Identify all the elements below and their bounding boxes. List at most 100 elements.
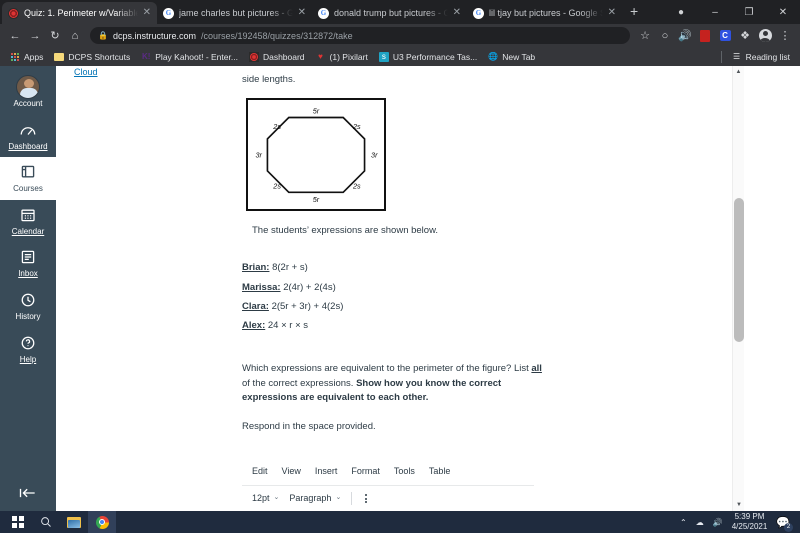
font-size-select[interactable]: 12pt ⌄ [252, 492, 279, 506]
expression-row: Clara: 2(5r + 3r) + 4(2s) [242, 300, 552, 315]
tab-title: donald trump but pictures - Goo [334, 8, 448, 18]
google-icon: G [318, 7, 329, 19]
chevron-down-icon: ⌄ [273, 494, 280, 502]
breadcrumb-course-link[interactable]: Cloud [74, 67, 98, 77]
close-icon[interactable]: ✕ [298, 8, 306, 18]
red-extension-icon[interactable] [696, 27, 714, 45]
block-format-select[interactable]: Paragraph ⌄ [289, 492, 341, 506]
close-icon[interactable]: ✕ [608, 8, 616, 18]
reading-list-button[interactable]: ☰ Reading list [728, 52, 794, 62]
folder-icon [54, 52, 65, 62]
maximize-button[interactable]: ❐ [732, 7, 766, 18]
scroll-down-arrow[interactable]: ▼ [733, 499, 744, 511]
bookmark-apps[interactable]: Apps [6, 52, 47, 62]
collapse-nav-button[interactable] [0, 486, 56, 503]
blue-extension-icon[interactable]: C [716, 27, 734, 45]
sidebar-item-dashboard[interactable]: Dashboard [0, 115, 56, 158]
close-icon[interactable]: ✕ [453, 8, 461, 18]
label-right: 3r [371, 150, 378, 159]
book-icon [0, 162, 56, 182]
user-avatar-icon [0, 75, 56, 99]
clock-date: 4/25/2021 [731, 522, 768, 531]
scrollbar-thumb[interactable] [734, 198, 744, 342]
browser-tab[interactable]: G lil tjay but pictures - Google Sea ✕ [467, 2, 622, 24]
sidebar-item-inbox[interactable]: Inbox [0, 242, 56, 285]
bookmark-new-tab[interactable]: 🌐 New Tab [484, 52, 539, 62]
editor-menu-insert[interactable]: Insert [315, 465, 338, 479]
profile-avatar[interactable] [756, 27, 774, 45]
home-icon[interactable]: ⌂ [66, 27, 84, 45]
file-explorer-button[interactable] [60, 511, 88, 533]
circle-icon[interactable]: ○ [656, 27, 674, 45]
bookmark-play-kahoot[interactable]: K! Play Kahoot! - Enter... [137, 52, 242, 62]
minimize-button[interactable]: – [698, 7, 732, 18]
bookmarks-bar: Apps DCPS Shortcuts K! Play Kahoot! - En… [0, 47, 800, 66]
show-hidden-icons-icon[interactable]: ⌃ [680, 518, 687, 527]
url-host: dcps.instructure.com [112, 30, 196, 41]
editor-menu-view[interactable]: View [282, 465, 301, 479]
bookmark-pixilart[interactable]: ♥ (1) Pixilart [312, 52, 372, 62]
window-close-button[interactable]: ✕ [766, 7, 800, 18]
canvas-global-nav: Account Dashboard Courses Calendar Inbox… [0, 66, 56, 511]
address-bar[interactable]: 🔒 dcps.instructure.com /courses/192458/q… [90, 27, 630, 44]
expression-row: Alex: 24 × r × s [242, 319, 552, 334]
onedrive-icon[interactable]: ☁ [696, 518, 704, 527]
volume-icon[interactable]: 🔊 [713, 518, 723, 527]
sidebar-item-help[interactable]: Help [0, 328, 56, 371]
web-page: Account Dashboard Courses Calendar Inbox… [0, 66, 800, 511]
student-expression: 24 × r × s [267, 320, 309, 332]
kebab-menu-icon[interactable] [362, 494, 370, 504]
bookmark-star-icon[interactable]: ☆ [636, 27, 654, 45]
mute-icon[interactable]: 🔊 [676, 27, 694, 45]
sidebar-item-courses[interactable]: Courses [0, 157, 56, 200]
sidebar-item-label: Inbox [18, 269, 38, 279]
apps-grid-icon [10, 52, 20, 62]
kahoot-icon: K! [142, 52, 151, 61]
bookmark-dashboard[interactable]: Dashboard [245, 51, 309, 62]
expression-row: Brian: 8(2r + s) [242, 261, 552, 276]
sidebar-item-history[interactable]: History [0, 285, 56, 328]
student-expression: 2(5r + 3r) + 4(2s) [271, 300, 344, 312]
bookmark-u3-performance-task[interactable]: s U3 Performance Tas... [375, 51, 481, 62]
new-tab-button[interactable]: + [622, 3, 646, 21]
sidebar-item-account[interactable]: Account [0, 72, 56, 115]
font-size-value: 12pt [252, 492, 270, 503]
browser-tab[interactable]: Quiz: 1. Perimeter w/Variables (/ ✕ [2, 2, 157, 24]
octagon-figure: 5r 5r 3r 3r 2s 2s 2s 2s [246, 97, 386, 211]
label-top-left: 2s [272, 122, 281, 131]
sidebar-item-calendar[interactable]: Calendar [0, 200, 56, 243]
label-left: 3r [255, 150, 262, 159]
notifications-icon[interactable]: 💬 2 [776, 516, 793, 532]
browser-tab[interactable]: G jame charles but pictures - Goo ✕ [157, 2, 312, 24]
canvas-icon [248, 51, 259, 62]
clock[interactable]: 5:39 PM 4/25/2021 [732, 512, 768, 532]
scroll-up-arrow[interactable]: ▲ [733, 66, 744, 78]
pixilart-icon: ♥ [318, 52, 323, 61]
reading-list-icon: ☰ [732, 52, 741, 61]
forward-icon[interactable]: → [26, 27, 44, 45]
file-explorer-icon [67, 516, 81, 528]
sidebar-item-label: Courses [13, 184, 43, 194]
bookmark-dcps-shortcuts[interactable]: DCPS Shortcuts [50, 52, 134, 62]
close-icon[interactable]: ✕ [143, 8, 151, 18]
question-part-1: Which expressions are equivalent to the … [242, 362, 532, 374]
browser-tab[interactable]: G donald trump but pictures - Goo ✕ [312, 2, 467, 24]
chrome-menu-icon[interactable]: ⋮ [776, 27, 794, 45]
label-top-right: 2s [352, 122, 361, 131]
taskbar-search-button[interactable] [32, 511, 60, 533]
student-expressions-list: Brian: 8(2r + s) Marissa: 2(4r) + 2(4s) … [242, 261, 552, 333]
puzzle-extensions-icon[interactable]: ❖ [736, 27, 754, 45]
system-tray: ⌃ ☁ 🔊 5:39 PM 4/25/2021 💬 2 [680, 512, 796, 532]
start-button[interactable] [4, 511, 32, 533]
back-icon[interactable]: ← [6, 27, 24, 45]
editor-menu-edit[interactable]: Edit [252, 465, 268, 479]
block-format-value: Paragraph [289, 492, 332, 503]
reload-icon[interactable]: ↻ [46, 27, 64, 45]
tab-title: lil tjay but pictures - Google Sea [489, 8, 603, 18]
editor-menu-tools[interactable]: Tools [394, 465, 415, 479]
editor-menu-table[interactable]: Table [429, 465, 451, 479]
page-scrollbar[interactable]: ▲ ▼ [732, 66, 744, 511]
chrome-taskbar-button[interactable] [88, 511, 116, 533]
tab-search-icon[interactable]: ● [664, 7, 698, 18]
editor-menu-format[interactable]: Format [351, 465, 380, 479]
